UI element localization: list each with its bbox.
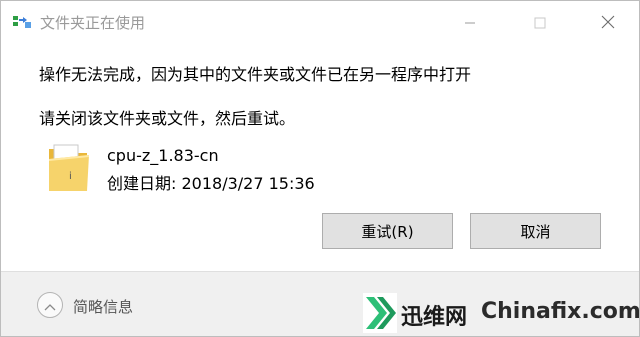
instruction-message: 请关闭该文件夹或文件，然后重试。: [39, 109, 296, 128]
title-bar[interactable]: 文件夹正在使用: [1, 1, 639, 45]
close-button[interactable]: [585, 1, 631, 45]
minimize-icon: [464, 14, 476, 33]
watermark-logo-icon: [363, 293, 397, 333]
cancel-button[interactable]: 取消: [470, 213, 601, 249]
file-created-date: 创建日期: 2018/3/27 15:36: [107, 174, 315, 193]
chevron-up-icon: [44, 296, 56, 315]
window-title: 文件夹正在使用: [40, 14, 146, 32]
maximize-button[interactable]: [517, 1, 563, 45]
file-name: cpu-z_1.83-cn: [107, 146, 219, 165]
retry-button[interactable]: 重试(R): [322, 213, 453, 249]
close-icon: [601, 14, 615, 33]
maximize-icon: [534, 14, 546, 33]
folder-in-use-icon: [13, 14, 31, 30]
watermark-brand-en: Chinafix.com: [481, 299, 640, 324]
folder-with-document-icon: i: [45, 141, 93, 195]
svg-text:i: i: [69, 171, 72, 182]
details-toggle-label[interactable]: 简略信息: [73, 296, 133, 317]
minimize-button[interactable]: [447, 1, 493, 45]
error-message: 操作无法完成，因为其中的文件夹或文件已在另一程序中打开: [39, 65, 472, 84]
file-in-use-dialog: 文件夹正在使用 操作无法完成，因为其中的文件夹或文件已在另一程序中打开 请关闭该…: [0, 0, 640, 337]
watermark: 迅维网 Chinafix.com: [363, 293, 639, 335]
details-toggle-button[interactable]: [37, 292, 63, 318]
watermark-brand-cn: 迅维网: [401, 305, 468, 330]
